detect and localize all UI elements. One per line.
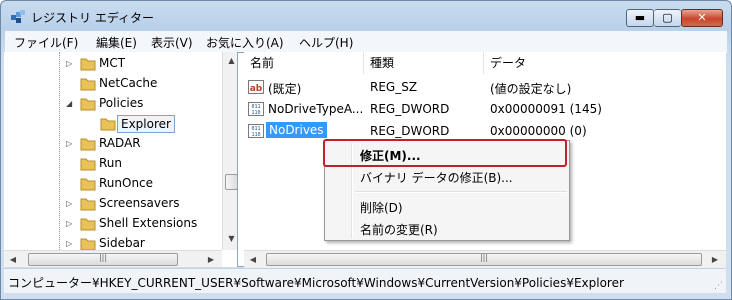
status-bar: コンピューター¥HKEY_CURRENT_USER¥Software¥Micro… xyxy=(4,268,726,293)
menu-separator xyxy=(355,191,567,193)
tree-item-runonce[interactable]: RunOnce xyxy=(4,174,222,194)
svg-text:110: 110 xyxy=(251,132,260,138)
registry-tree: ▷ MCT NetCache ◢ Policies Explorer ▷ RAD… xyxy=(4,52,238,267)
value-name: NoDriveTypeA... xyxy=(268,102,364,116)
collapse-arrow-icon[interactable]: ◢ xyxy=(66,98,74,110)
tree-item-shell-extensions[interactable]: ▷ Shell Extensions xyxy=(4,214,222,234)
string-value-icon: ab xyxy=(248,80,264,94)
tree-item-label: Run xyxy=(99,156,123,170)
menu-item-modify-binary[interactable]: バイナリ データの修正(B)... xyxy=(327,165,567,187)
tree-item-label: MCT xyxy=(99,56,126,70)
folder-icon xyxy=(80,58,96,71)
expand-arrow-icon[interactable]: ▷ xyxy=(66,198,74,210)
value-name-selected: NoDrives xyxy=(266,122,327,138)
folder-icon xyxy=(80,198,96,211)
tree-item-run[interactable]: Run xyxy=(4,154,222,174)
value-data: 0x00000091 (145) xyxy=(490,102,602,116)
scroll-left-icon[interactable]: ◀ xyxy=(6,251,20,267)
tree-item-label: Screensavers xyxy=(99,196,180,210)
expand-arrow-icon[interactable]: ▷ xyxy=(66,238,74,250)
tree-item-label: RADAR xyxy=(99,136,141,150)
registry-editor-app-icon xyxy=(11,10,25,23)
expand-arrow-icon[interactable]: ▷ xyxy=(66,138,74,150)
grip-icon: ||| xyxy=(98,253,108,262)
tree-item-policies[interactable]: ◢ Policies xyxy=(4,94,222,114)
menu-item-delete[interactable]: 削除(D) xyxy=(327,195,567,217)
menu-help[interactable]: ヘルプ(H) xyxy=(299,34,353,51)
menu-view[interactable]: 表示(V) xyxy=(151,34,193,51)
tree-item-radar[interactable]: ▷ RADAR xyxy=(4,134,222,154)
folder-icon xyxy=(80,78,96,91)
tree-item-label: RunOnce xyxy=(99,176,154,190)
grip-icon: ||| xyxy=(479,253,489,262)
value-row-default[interactable]: ab (既定) REG_SZ (値の設定なし) xyxy=(244,77,726,97)
maximize-button[interactable]: ▢ xyxy=(654,9,681,27)
close-icon: ✕ xyxy=(697,11,707,24)
title-bar[interactable]: レジストリ エディター ▬ ▢ ✕ xyxy=(1,1,731,31)
menu-file[interactable]: ファイル(F) xyxy=(14,34,78,51)
tree-horizontal-scrollbar[interactable]: ◀ ||| ▶ xyxy=(4,250,222,267)
tree-item-netcache[interactable]: NetCache xyxy=(4,74,222,94)
value-type: REG_DWORD xyxy=(370,124,450,138)
folder-icon xyxy=(80,138,96,151)
value-data: 0x00000000 (0) xyxy=(490,124,587,138)
string-value-glyph: ab xyxy=(250,84,263,94)
menu-bar: ファイル(F) 編集(E) 表示(V) お気に入り(A) ヘルプ(H) xyxy=(5,31,727,53)
value-row-nodrives[interactable]: 011 110 NoDrives REG_DWORD 0x00000000 (0… xyxy=(244,121,726,141)
value-row-nodrivetype[interactable]: 011 110 NoDriveTypeA... REG_DWORD 0x0000… xyxy=(244,99,726,119)
menu-item-label: 削除(D) xyxy=(360,201,403,215)
value-type: REG_SZ xyxy=(370,80,418,94)
menu-item-rename[interactable]: 名前の変更(R) xyxy=(327,217,567,239)
expand-arrow-icon[interactable]: ▷ xyxy=(66,218,74,230)
menu-item-label: バイナリ データの修正(B)... xyxy=(360,171,513,185)
expand-arrow-icon[interactable]: ▷ xyxy=(66,58,74,70)
tree-item-label-selected: Explorer xyxy=(117,115,175,133)
value-data: (値の設定なし) xyxy=(490,82,572,96)
scroll-up-icon[interactable]: ▲ xyxy=(223,52,237,69)
list-hscroll-thumb[interactable]: ||| xyxy=(266,253,702,266)
column-header-data[interactable]: データ xyxy=(484,52,726,74)
tree-vscroll-thumb[interactable] xyxy=(225,174,237,190)
scroll-left-icon[interactable]: ◀ xyxy=(246,251,260,268)
maximize-icon: ▢ xyxy=(662,11,673,24)
value-type: REG_DWORD xyxy=(370,102,450,116)
tree-item-screensavers[interactable]: ▷ Screensavers xyxy=(4,194,222,214)
value-name: (既定) xyxy=(268,82,302,96)
tree-vertical-scrollbar[interactable]: ▲ ▼ xyxy=(222,52,237,250)
tree-item-explorer[interactable]: Explorer xyxy=(4,114,222,134)
folder-icon xyxy=(80,238,96,250)
minimize-icon: ▬ xyxy=(634,11,646,24)
folder-icon xyxy=(100,118,116,131)
resize-grip-icon[interactable]: ⋰ xyxy=(714,281,723,291)
list-horizontal-scrollbar[interactable]: ◀ ||| ▶ xyxy=(244,250,726,268)
binary-value-icon: 011 110 xyxy=(248,102,264,116)
menu-edit[interactable]: 編集(E) xyxy=(96,34,137,51)
menu-item-label: 名前の変更(R) xyxy=(360,223,438,237)
folder-icon xyxy=(80,218,96,231)
column-header-name[interactable]: 名前 xyxy=(244,52,364,74)
scroll-down-icon[interactable]: ▼ xyxy=(223,230,237,247)
folder-icon xyxy=(80,178,96,191)
minimize-button[interactable]: ▬ xyxy=(626,9,654,27)
highlight-outline xyxy=(323,139,567,167)
scroll-right-icon[interactable]: ▶ xyxy=(708,251,722,268)
current-key-path: コンピューター¥HKEY_CURRENT_USER¥Software¥Micro… xyxy=(8,276,624,290)
scroll-right-icon[interactable]: ▶ xyxy=(204,251,218,267)
column-header-type[interactable]: 種類 xyxy=(364,52,484,74)
close-button[interactable]: ✕ xyxy=(681,9,723,27)
window-title: レジストリ エディター xyxy=(31,11,154,25)
tree-hscroll-thumb[interactable]: ||| xyxy=(28,253,178,266)
menu-favorites[interactable]: お気に入り(A) xyxy=(206,34,284,51)
binary-value-icon: 011 110 xyxy=(248,124,264,138)
tree-item-label: Policies xyxy=(99,96,144,110)
tree-item-label: Sidebar xyxy=(99,236,145,250)
tree-item-label: NetCache xyxy=(99,76,158,90)
svg-text:110: 110 xyxy=(251,110,260,116)
folder-open-icon xyxy=(80,98,96,111)
folder-icon xyxy=(80,158,96,171)
tree-item-sidebar[interactable]: ▷ Sidebar xyxy=(4,234,222,250)
tree-item-label: Shell Extensions xyxy=(99,216,198,230)
tree-item-mct[interactable]: ▷ MCT xyxy=(4,54,222,74)
